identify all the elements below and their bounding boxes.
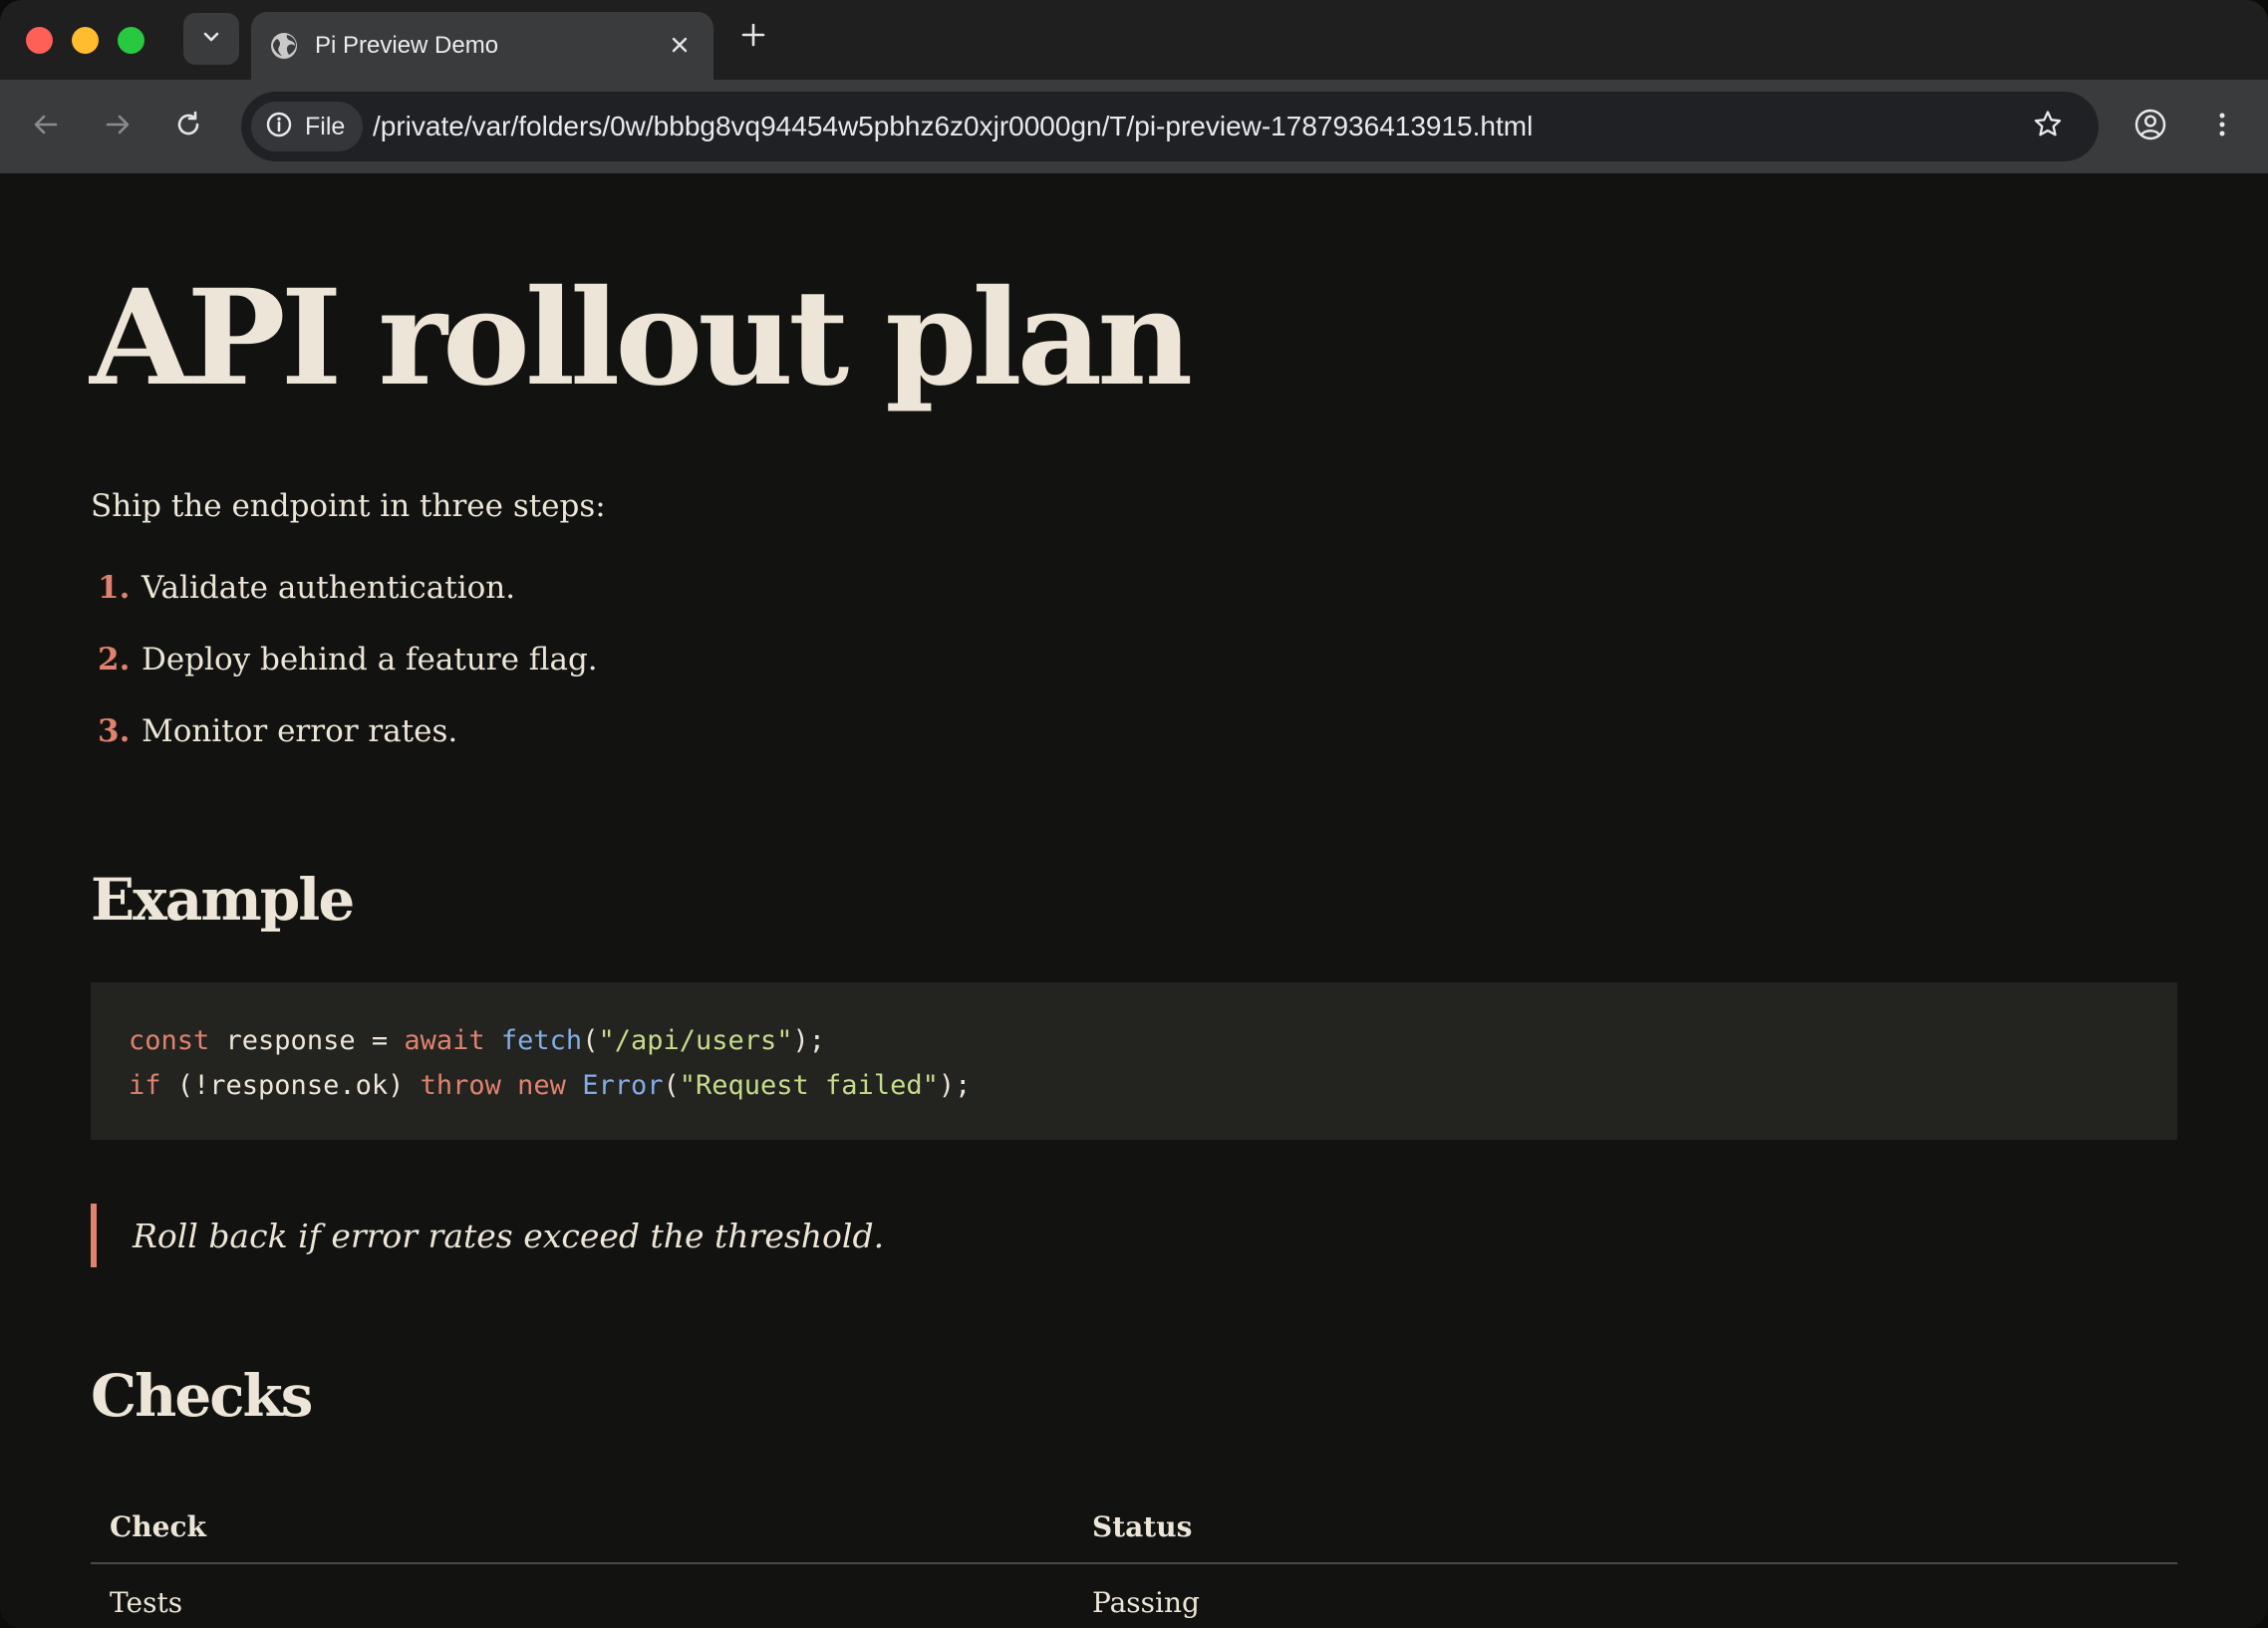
list-number: 1. xyxy=(98,570,131,606)
code-keyword: await xyxy=(404,1025,485,1056)
code-text: ); xyxy=(938,1070,972,1101)
list-number: 2. xyxy=(98,642,131,678)
code-function: fetch xyxy=(500,1025,583,1056)
url-text[interactable]: /private/var/folders/0w/bbbg8vq94454w5pb… xyxy=(373,92,1533,161)
active-tab[interactable]: Pi Preview Demo xyxy=(251,12,713,80)
code-string: "Request failed" xyxy=(679,1070,939,1101)
list-item-text: Deploy behind a feature flag. xyxy=(142,642,598,678)
steps-list: 1. Validate authentication. 2. Deploy be… xyxy=(98,570,598,785)
globe-icon xyxy=(269,31,299,61)
reload-icon xyxy=(173,110,203,143)
profile-button[interactable] xyxy=(2129,106,2171,147)
close-icon[interactable] xyxy=(664,29,696,61)
list-item: 2. Deploy behind a feature flag. xyxy=(98,642,598,713)
code-text: ( xyxy=(663,1070,680,1101)
table-row: Tests Passing xyxy=(91,1564,2177,1628)
plus-icon xyxy=(740,22,766,52)
code-keyword: const xyxy=(129,1025,210,1056)
list-number: 3. xyxy=(98,713,131,749)
tab-search-button[interactable] xyxy=(183,13,239,65)
maximize-window-button[interactable] xyxy=(118,27,144,54)
browser-window: Pi Preview Demo File /private/var/folder… xyxy=(0,0,2268,1628)
menu-button[interactable] xyxy=(2201,106,2243,147)
close-window-button[interactable] xyxy=(26,27,53,54)
code-function: Error xyxy=(582,1070,664,1101)
profile-icon xyxy=(2133,108,2167,145)
back-button[interactable] xyxy=(25,106,67,147)
code-text: (!response.ok) xyxy=(160,1070,421,1101)
tab-strip: Pi Preview Demo xyxy=(0,0,2268,80)
page-content: API rollout plan Ship the endpoint in th… xyxy=(0,173,2268,1628)
table-header-row: Check Status xyxy=(91,1489,2177,1564)
blockquote: Roll back if error rates exceed the thre… xyxy=(91,1204,884,1267)
star-icon xyxy=(2032,109,2064,144)
table-cell: Passing xyxy=(1092,1586,1200,1619)
example-heading: Example xyxy=(91,866,355,934)
checks-heading: Checks xyxy=(91,1362,313,1430)
table-header-cell: Check xyxy=(110,1510,206,1543)
back-icon xyxy=(31,110,61,143)
code-line: const response = await fetch("/api/users… xyxy=(129,1018,2177,1063)
code-keyword: new xyxy=(517,1070,566,1101)
bookmark-button[interactable] xyxy=(2027,106,2069,147)
code-block: const response = await fetch("/api/users… xyxy=(91,982,2177,1140)
code-text: ( xyxy=(582,1025,599,1056)
list-item: 3. Monitor error rates. xyxy=(98,713,598,785)
info-icon xyxy=(265,111,293,142)
tab-title: Pi Preview Demo xyxy=(315,32,499,59)
address-bar[interactable]: File /private/var/folders/0w/bbbg8vq9445… xyxy=(241,92,2099,161)
reload-button[interactable] xyxy=(167,106,209,147)
code-string: "/api/users" xyxy=(598,1025,793,1056)
code-line: if (!response.ok) throw new Error("Reque… xyxy=(129,1063,2177,1108)
list-item: 1. Validate authentication. xyxy=(98,570,598,642)
checks-table: Check Status Tests Passing xyxy=(91,1489,2177,1628)
list-item-text: Validate authentication. xyxy=(142,570,516,606)
code-keyword: if xyxy=(129,1070,161,1101)
minimize-window-button[interactable] xyxy=(72,27,99,54)
chip-label: File xyxy=(305,112,346,140)
code-keyword: throw xyxy=(420,1070,501,1101)
chevron-down-icon xyxy=(200,26,222,52)
code-text: response = xyxy=(209,1025,405,1056)
forward-button[interactable] xyxy=(97,106,139,147)
menu-icon xyxy=(2207,110,2237,143)
table-header-cell: Status xyxy=(1092,1510,1193,1543)
new-tab-button[interactable] xyxy=(733,17,773,57)
toolbar: File /private/var/folders/0w/bbbg8vq9445… xyxy=(0,80,2268,173)
page-title: API rollout plan xyxy=(90,261,1193,415)
intro-paragraph: Ship the endpoint in three steps: xyxy=(91,488,606,524)
table-cell: Tests xyxy=(110,1586,183,1619)
code-text: ); xyxy=(792,1025,826,1056)
forward-icon xyxy=(103,110,133,143)
site-info-chip[interactable]: File xyxy=(251,102,364,151)
list-item-text: Monitor error rates. xyxy=(142,713,458,749)
